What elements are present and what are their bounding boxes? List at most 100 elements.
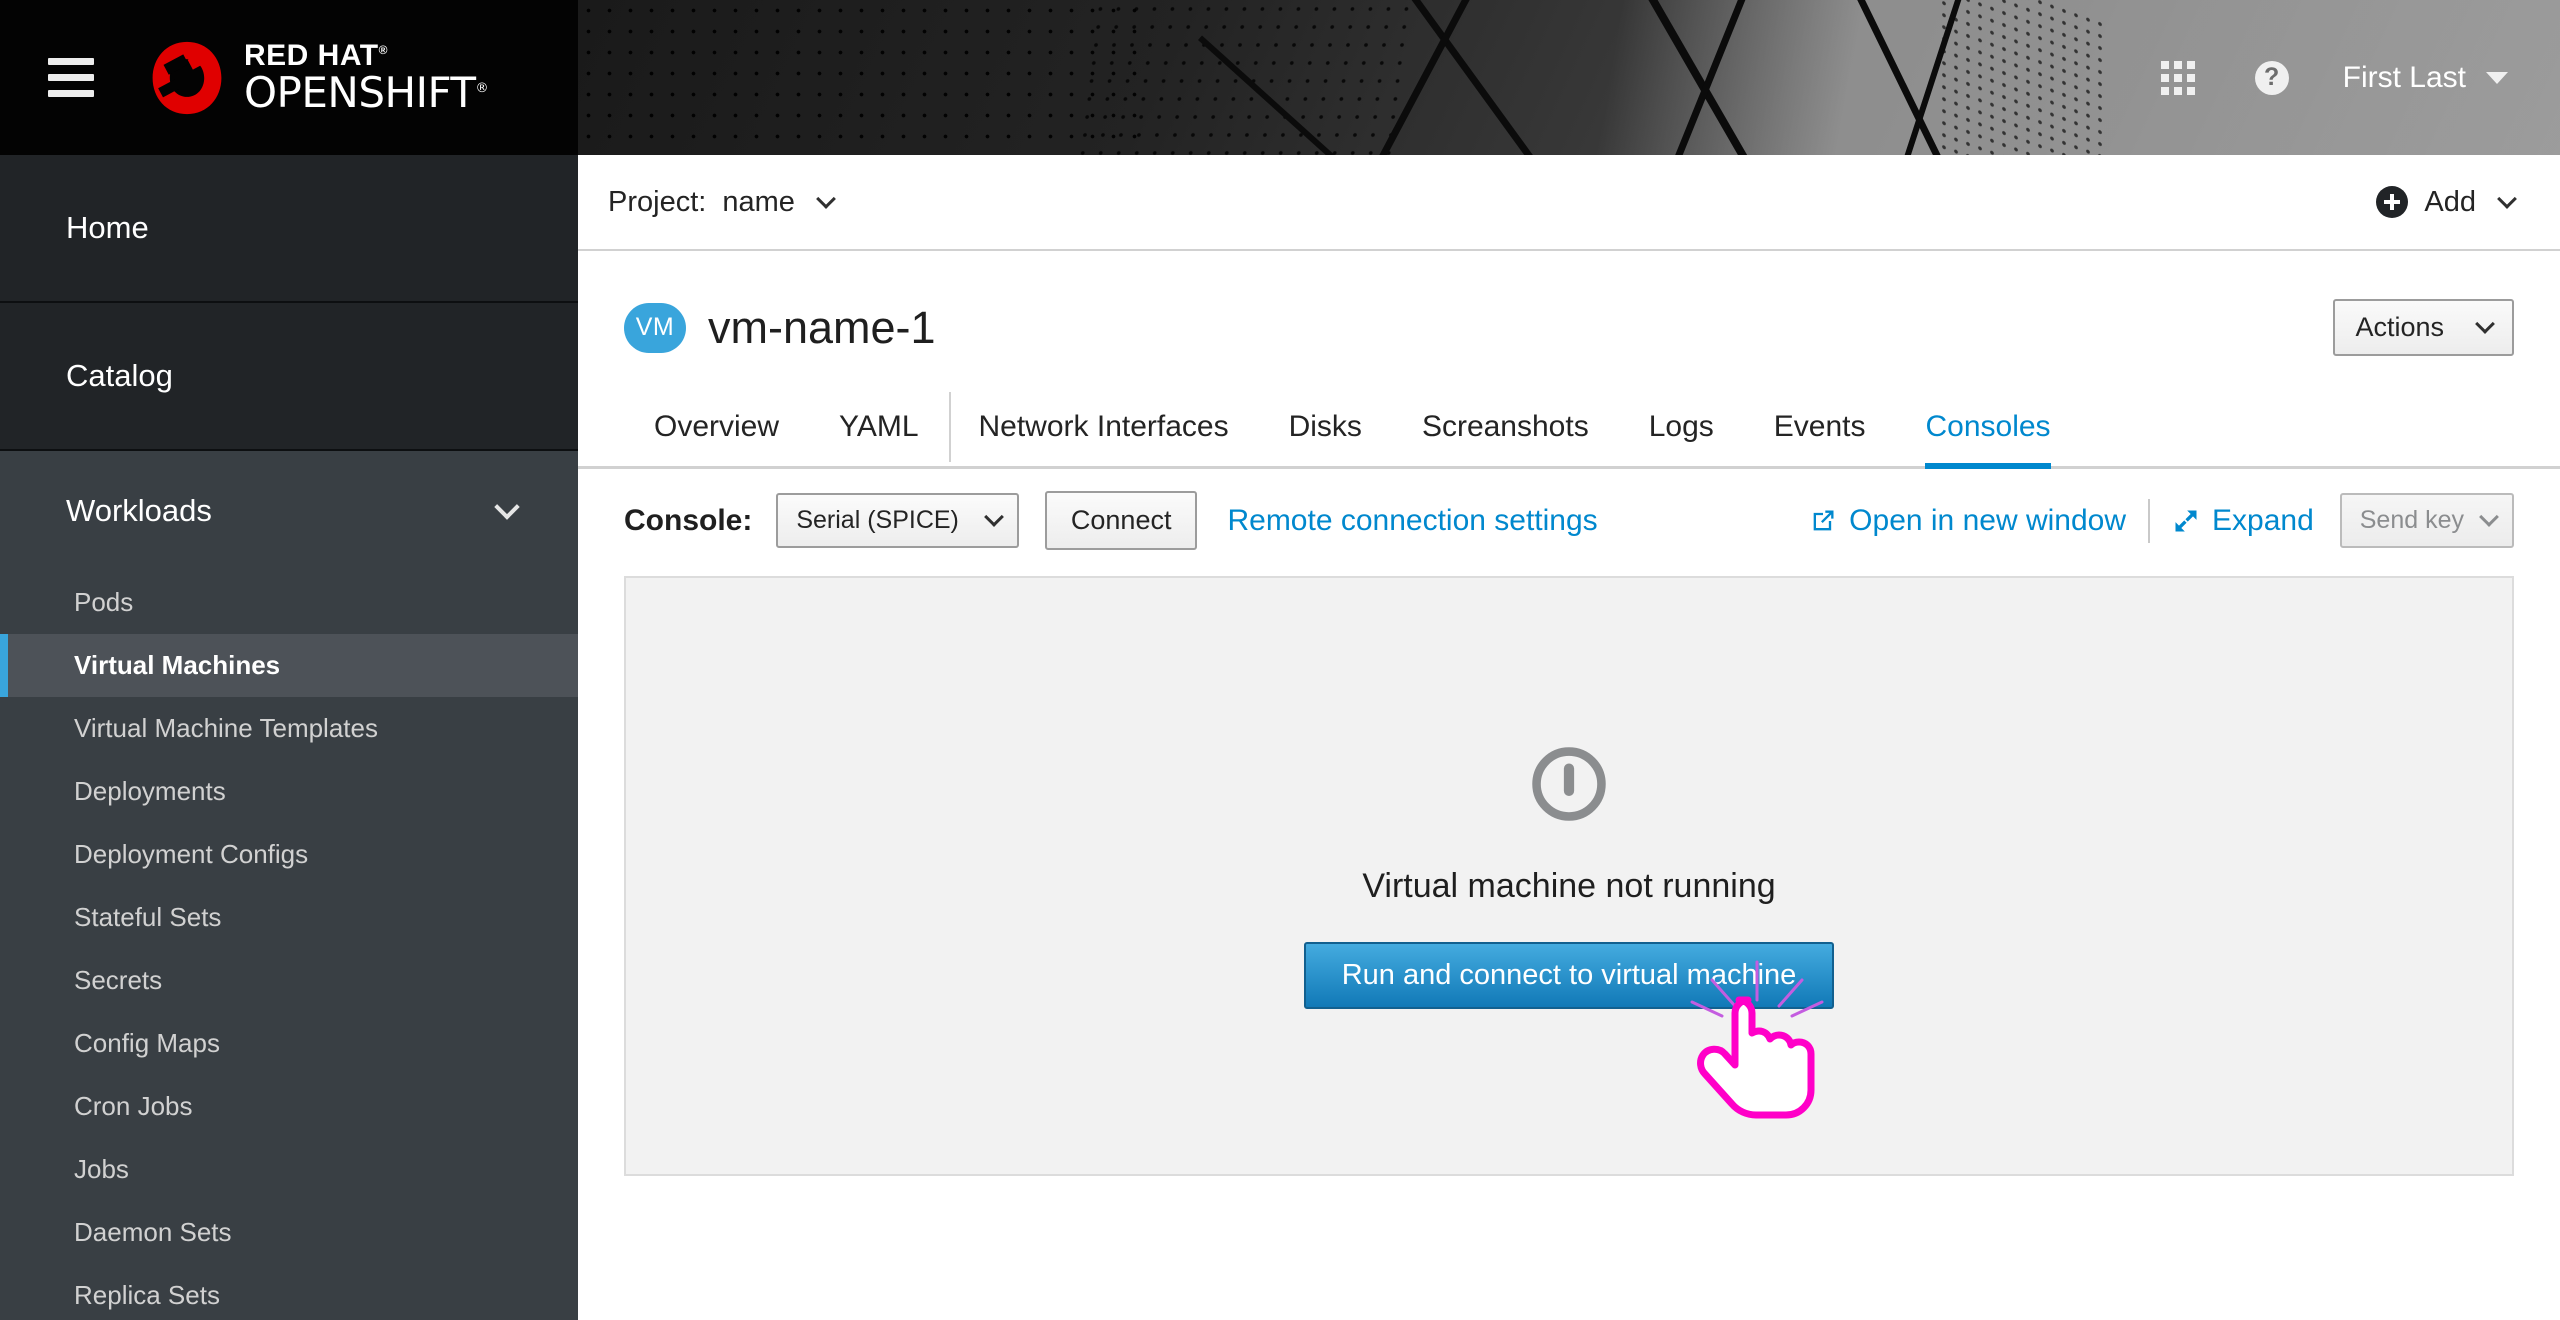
console-type-value: Serial (SPICE) [796, 506, 959, 534]
run-and-connect-button[interactable]: Run and connect to virtual machine [1303, 942, 1835, 1009]
hamburger-bar-3 [48, 90, 94, 97]
sidebar-navigation: Home Catalog Workloads Pods Virtual Mach… [0, 155, 578, 1320]
console-label: Console: [624, 503, 753, 537]
remote-connection-settings-label: Remote connection settings [1227, 503, 1598, 537]
hamburger-bar-2 [48, 74, 94, 81]
tab-label: YAML [839, 410, 919, 443]
sidebar-group-workloads[interactable]: Workloads [0, 451, 578, 571]
sidebar-item-home[interactable]: Home [0, 155, 578, 303]
chevron-down-icon [494, 494, 520, 520]
hamburger-bar-1 [48, 58, 94, 65]
brand-reg-1: ® [378, 43, 388, 57]
vm-resource-badge: VM [624, 302, 686, 353]
sidebar-item-jobs[interactable]: Jobs [0, 1138, 578, 1201]
tab-network-interfaces[interactable]: Network Interfaces [948, 386, 1259, 466]
sidebar-item-config-maps[interactable]: Config Maps [0, 1012, 578, 1075]
connect-button[interactable]: Connect [1044, 491, 1198, 550]
tab-label: Logs [1648, 410, 1714, 443]
sidebar-item-label: Cron Jobs [74, 1091, 193, 1121]
sidebar-item-label: Stateful Sets [74, 902, 222, 932]
tab-yaml[interactable]: YAML [809, 386, 948, 466]
send-key-select[interactable]: Send key [2339, 493, 2514, 548]
sidebar-item-label: Secrets [74, 965, 163, 995]
tab-screenshots[interactable]: Screanshots [1392, 386, 1619, 466]
console-panel: Virtual machine not running Run and conn… [624, 576, 2514, 1176]
sidebar-item-deployment-configs[interactable]: Deployment Configs [0, 823, 578, 886]
tab-label: Disks [1288, 410, 1362, 443]
add-button[interactable]: Add [2376, 185, 2517, 219]
sidebar-item-virtual-machines[interactable]: Virtual Machines [0, 634, 578, 697]
sidebar-item-label: Catalog [66, 358, 173, 393]
expand-link[interactable]: Expand [2172, 504, 2314, 538]
redhat-logo-icon [152, 41, 222, 114]
sidebar-item-label: Virtual Machine Templates [74, 713, 378, 743]
redhat-openshift-logo[interactable]: RED HAT® OPENSHIFT® [144, 35, 489, 121]
masthead-brand-area: RED HAT® OPENSHIFT® [0, 0, 578, 155]
console-toolbar-right: Open in new window Expand Send key [1809, 493, 2514, 548]
sidebar-group-label: Workloads [66, 493, 212, 528]
user-name-label: First Last [2342, 60, 2466, 94]
sidebar-item-stateful-sets[interactable]: Stateful Sets [0, 886, 578, 949]
tab-consoles[interactable]: Consoles [1895, 386, 2080, 469]
masthead-dot-texture-a [578, 0, 1138, 155]
tab-disks[interactable]: Disks [1259, 386, 1392, 466]
console-type-select[interactable]: Serial (SPICE) [776, 493, 1019, 548]
open-in-new-window-link[interactable]: Open in new window [1809, 504, 2126, 538]
sidebar-item-label: Replica Sets [74, 1280, 220, 1310]
sidebar-item-label: Deployments [74, 776, 226, 806]
sidebar-item-deployments[interactable]: Deployments [0, 760, 578, 823]
page-title-group: VM vm-name-1 [624, 302, 936, 354]
user-menu[interactable]: First Last [2319, 61, 2518, 95]
hamburger-icon[interactable] [48, 58, 94, 97]
detail-tabs: Overview YAML Network Interfaces Disks S… [578, 386, 2560, 469]
sidebar-item-label: Deployment Configs [74, 839, 309, 869]
sidebar-item-catalog[interactable]: Catalog [0, 303, 578, 451]
sidebar-item-label: Home [66, 210, 149, 245]
add-button-label: Add [2424, 185, 2476, 218]
tab-overview[interactable]: Overview [624, 386, 809, 466]
tab-label: Network Interfaces [978, 410, 1229, 443]
send-key-label: Send key [2359, 506, 2464, 534]
sidebar-item-label: Config Maps [74, 1028, 220, 1058]
sidebar-item-label: Pods [74, 587, 134, 617]
sidebar-item-daemon-sets[interactable]: Daemon Sets [0, 1201, 578, 1264]
masthead-toolbar: ? First Last [2131, 0, 2518, 155]
brand-openshift-text: OPENSHIFT [244, 68, 476, 117]
masthead: RED HAT® OPENSHIFT® ? First Last [0, 0, 2560, 155]
tab-label: Events [1773, 410, 1866, 443]
project-bar: Project: name Add [578, 155, 2560, 251]
project-selector[interactable]: Project: name [608, 186, 836, 219]
plus-circle-icon [2376, 186, 2409, 218]
sidebar-item-cron-jobs[interactable]: Cron Jobs [0, 1075, 578, 1138]
external-link-icon [1813, 510, 1834, 530]
chevron-down-icon [2475, 314, 2495, 334]
chevron-down-icon [983, 507, 1004, 527]
expand-arrows-icon [2175, 510, 2197, 531]
expand-label: Expand [2212, 503, 2314, 537]
grid-apps-icon [2160, 60, 2195, 95]
tab-label: Screanshots [1421, 410, 1589, 443]
project-name-value[interactable]: name [722, 186, 795, 219]
sidebar-item-pods[interactable]: Pods [0, 571, 578, 634]
remote-connection-settings-link[interactable]: Remote connection settings [1227, 504, 1597, 538]
sidebar-item-label: Virtual Machines [74, 650, 281, 680]
body-row: Home Catalog Workloads Pods Virtual Mach… [0, 155, 2560, 1320]
sidebar-item-replica-sets[interactable]: Replica Sets [0, 1264, 578, 1320]
page-title: vm-name-1 [708, 301, 936, 353]
sidebar-item-secrets[interactable]: Secrets [0, 949, 578, 1012]
tab-events[interactable]: Events [1744, 386, 1896, 466]
sidebar-item-label: Jobs [74, 1154, 129, 1184]
page-header: VM vm-name-1 Actions [578, 251, 2560, 386]
help-button[interactable]: ? [2225, 0, 2319, 155]
chevron-down-icon [2497, 188, 2517, 209]
main-content: Project: name Add VM vm-name-1 Actions O… [578, 155, 2560, 1320]
openshift-console-page: RED HAT® OPENSHIFT® ? First Last Home Ca… [0, 0, 2560, 1320]
masthead-diagonal-3 [1608, 0, 1795, 155]
open-in-new-window-label: Open in new window [1849, 503, 2126, 537]
actions-dropdown-button[interactable]: Actions [2333, 299, 2514, 356]
sidebar-item-virtual-machine-templates[interactable]: Virtual Machine Templates [0, 697, 578, 760]
sidebar-top-group: Home Catalog [0, 155, 578, 451]
application-launcher-button[interactable] [2131, 0, 2225, 155]
tab-logs[interactable]: Logs [1619, 386, 1744, 466]
tab-label: Overview [654, 410, 780, 443]
